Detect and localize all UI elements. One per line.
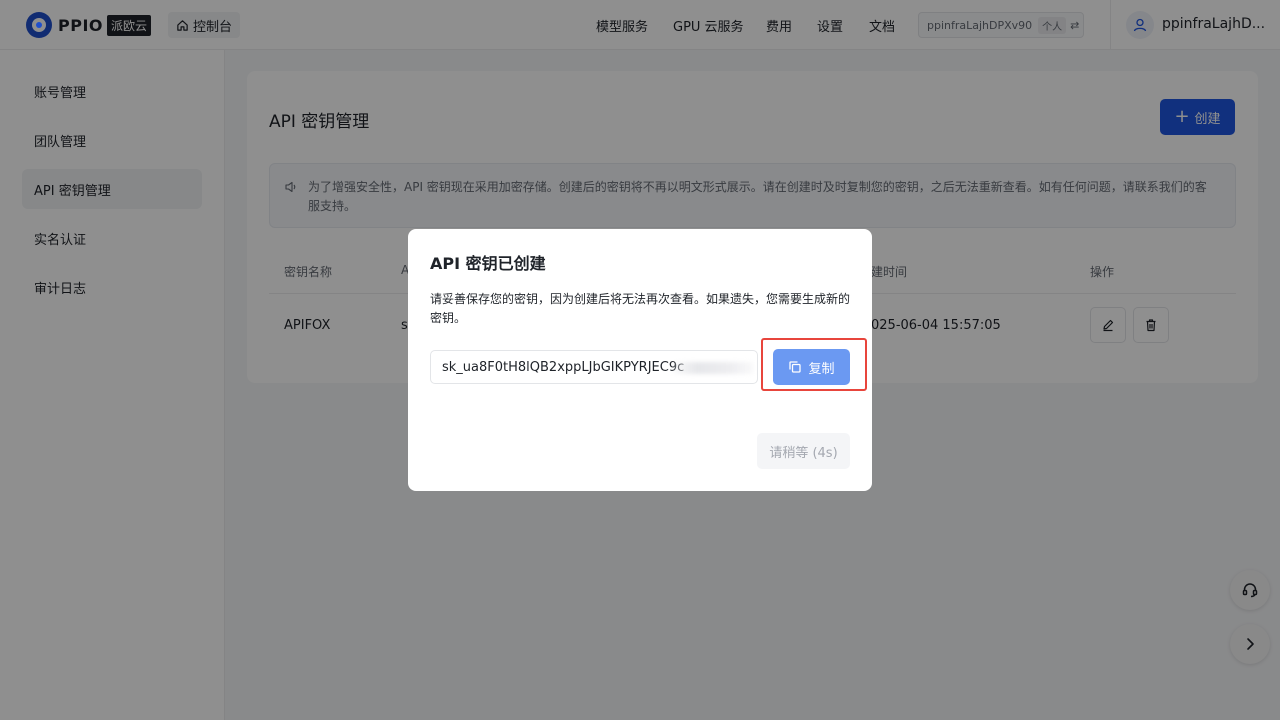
api-key-created-dialog: API 密钥已创建 请妥善保存您的密钥，因为创建后将无法再次查看。如果遗失，您需…	[408, 229, 872, 491]
dialog-description: 请妥善保存您的密钥，因为创建后将无法再次查看。如果遗失，您需要生成新的密钥。	[430, 292, 851, 325]
copy-label: 复制	[808, 361, 835, 377]
api-key-text: sk_ua8F0tH8lQB2xppLJbGIKPYRJEC9c	[442, 359, 685, 375]
copy-icon	[789, 361, 802, 373]
key-redaction	[673, 362, 753, 374]
wait-button[interactable]: 请稍等 (4s)	[757, 433, 850, 469]
dialog-title: API 密钥已创建	[430, 254, 546, 273]
api-key-field[interactable]: sk_ua8F0tH8lQB2xppLJbGIKPYRJEC9c	[430, 350, 758, 384]
copy-button[interactable]: 复制	[773, 349, 850, 385]
